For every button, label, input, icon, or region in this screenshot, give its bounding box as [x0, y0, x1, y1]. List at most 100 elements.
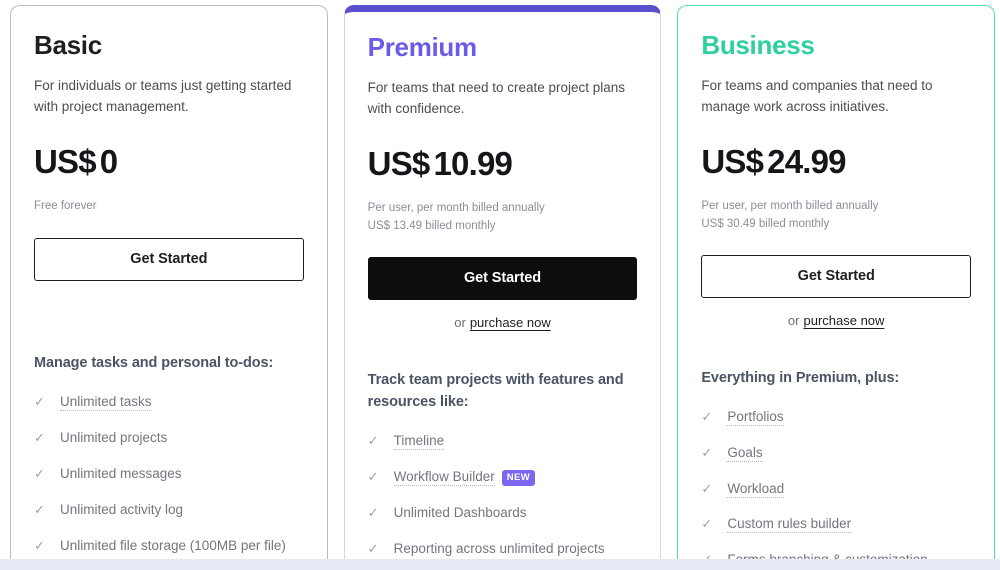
plan-price-note: Per user, per month billed annually US$ 3…: [701, 198, 971, 233]
feature-list-item: ✓ Unlimited Dashboards: [368, 496, 638, 532]
check-icon: ✓: [367, 540, 379, 556]
purchase-row-spacer: [34, 281, 304, 316]
feature-list-item: ✓ Unlimited activity log: [34, 492, 304, 528]
feature-list-item: ✓ Workflow Builder NEW: [368, 460, 638, 496]
feature-label-wrap: Goals: [727, 444, 763, 463]
check-icon: ✓: [34, 466, 45, 482]
feature-label: Unlimited Dashboards: [393, 505, 527, 521]
plan-name: Basic: [34, 30, 102, 60]
feature-label-wrap: Forms branching & customization: [727, 551, 928, 559]
feature-list-item: ✓Forms branching & customization: [701, 543, 971, 559]
feature-list-item: ✓ Reporting across unlimited projects: [368, 531, 638, 559]
plan-description: For teams that need to create project pl…: [367, 80, 626, 117]
features-title: Everything in Premium, plus:: [701, 369, 900, 386]
feature-label-wrap: Timeline: [393, 432, 445, 451]
check-icon: ✓: [34, 394, 45, 410]
feature-label-wrap: Reporting across unlimited projects: [394, 540, 605, 559]
plan-price-note-line: US$ 30.49 billed monthly: [701, 217, 830, 230]
feature-label-wrap: Unlimited activity log: [60, 501, 183, 520]
feature-list-item: ✓ Portfolios: [701, 399, 971, 435]
plan-price-note-line: Per user, per month billed annually: [701, 200, 879, 213]
feature-list-item: ✓ Unlimited tasks: [34, 385, 304, 421]
plan-name: Premium: [367, 32, 477, 62]
feature-list: ✓ Timeline ✓ Workflow Builder NEW ✓ Unlimited …: [368, 424, 638, 559]
feature-list-item: ✓ Goals: [701, 435, 971, 471]
plan-price-amount: 24.99: [767, 143, 846, 181]
purchase-now-link[interactable]: purchase now: [803, 313, 884, 328]
plan-price-amount: 0: [99, 143, 118, 181]
feature-label: Unlimited activity log: [60, 501, 184, 517]
feature-list-item: ✓ Unlimited messages: [34, 457, 304, 493]
plan-price-note: Per user, per month billed annually US$ 1…: [368, 200, 638, 235]
feature-label: Unlimited projects: [60, 430, 168, 446]
check-icon: ✓: [34, 501, 45, 517]
features-title: Track team projects with features and re…: [367, 371, 624, 411]
plan-price-note-line: Per user, per month billed annually: [367, 202, 545, 215]
check-icon: ✓: [367, 469, 379, 485]
purchase-now-row: or purchase now: [368, 315, 638, 335]
plan-description: For individuals or teams just getting st…: [34, 78, 292, 115]
check-icon: ✓: [367, 505, 379, 521]
feature-label: Unlimited file storage (100MB per file): [60, 537, 286, 553]
feature-label[interactable]: Goals: [727, 444, 763, 462]
get-started-button-basic[interactable]: Get Started: [34, 238, 304, 282]
pricing-card-premium: Premium For teams that need to create pro…: [343, 5, 662, 559]
feature-label[interactable]: Timeline: [393, 433, 445, 451]
plan-price-note: Free forever: [34, 198, 304, 216]
feature-label-wrap: Unlimited Dashboards: [394, 504, 527, 523]
check-icon: ✓: [701, 480, 713, 496]
feature-label-wrap: Portfolios: [727, 408, 784, 427]
plan-price-currency: US$: [701, 143, 764, 181]
plan-price-amount: 10.99: [433, 145, 513, 183]
feature-label-wrap: Workload: [727, 480, 785, 499]
feature-list-item: ✓ Unlimited file storage (100MB per file): [34, 528, 304, 559]
feature-label[interactable]: Workload: [727, 480, 785, 498]
feature-label-wrap: Unlimited messages: [60, 465, 182, 484]
purchase-or-label: or: [454, 314, 466, 330]
purchase-now-row: or purchase now: [701, 313, 971, 333]
check-icon: ✓: [34, 430, 45, 446]
plan-price: US$ 0: [34, 143, 304, 181]
check-icon: ✓: [701, 551, 727, 559]
pricing-card-basic: Basic For individuals or teams just getti…: [10, 5, 328, 559]
feature-label[interactable]: Custom rules builder: [727, 516, 852, 534]
check-icon: ✓: [34, 537, 45, 553]
feature-label: Unlimited messages: [60, 466, 182, 482]
feature-label-wrap: Unlimited projects: [60, 429, 167, 448]
feature-label-wrap: Custom rules builder: [727, 515, 852, 534]
get-started-button-business[interactable]: Get Started: [701, 254, 972, 298]
pricing-card-business: Business For teams and companies that nee…: [677, 5, 996, 559]
plan-price-currency: US$: [367, 145, 431, 183]
purchase-now-link[interactable]: purchase now: [470, 315, 551, 330]
plan-price-currency: US$: [34, 143, 97, 181]
feature-label[interactable]: Forms branching & customization: [727, 552, 928, 559]
features-title: Manage tasks and personal to-dos:: [34, 355, 274, 372]
feature-label-wrap: Unlimited file storage (100MB per file): [60, 537, 286, 556]
purchase-or-label: or: [787, 312, 800, 328]
feature-list-item: ✓ Workload: [701, 471, 971, 507]
feature-label[interactable]: Unlimited tasks: [60, 394, 152, 412]
feature-list: ✓ Unlimited tasks ✓ Unlimited projects ✓ Unli…: [34, 385, 304, 559]
plan-price: US$ 24.99: [701, 143, 971, 181]
feature-list: ✓ Portfolios ✓ Goals ✓ Workload ✓ Custom rules …: [701, 399, 971, 559]
feature-list-item: ✓ Timeline: [368, 424, 638, 460]
feature-label[interactable]: Portfolios: [727, 408, 784, 426]
feature-label-wrap: Unlimited tasks: [60, 393, 152, 412]
check-icon: ✓: [701, 516, 713, 532]
pricing-cards-row: Basic For individuals or teams just getti…: [0, 0, 1000, 559]
plan-price-note-line: US$ 13.49 billed monthly: [367, 219, 496, 232]
plan-description: For teams and companies that need to man…: [701, 78, 933, 115]
get-started-button-premium[interactable]: Get Started: [367, 256, 638, 300]
feature-list-item: ✓ Custom rules builder: [701, 507, 971, 543]
check-icon: ✓: [367, 433, 379, 449]
feature-label[interactable]: Workflow Builder: [393, 469, 495, 487]
plan-price-note-line: Free forever: [34, 200, 97, 213]
feature-label: Reporting across unlimited projects: [393, 540, 605, 556]
feature-list-item: ✓ Unlimited projects: [34, 421, 304, 457]
new-badge: NEW: [501, 470, 536, 487]
plan-price: US$ 10.99: [367, 145, 638, 183]
feature-label-wrap: Workflow Builder NEW: [393, 468, 536, 487]
check-icon: ✓: [701, 444, 713, 460]
plan-name: Business: [701, 30, 815, 60]
check-icon: ✓: [701, 408, 713, 424]
